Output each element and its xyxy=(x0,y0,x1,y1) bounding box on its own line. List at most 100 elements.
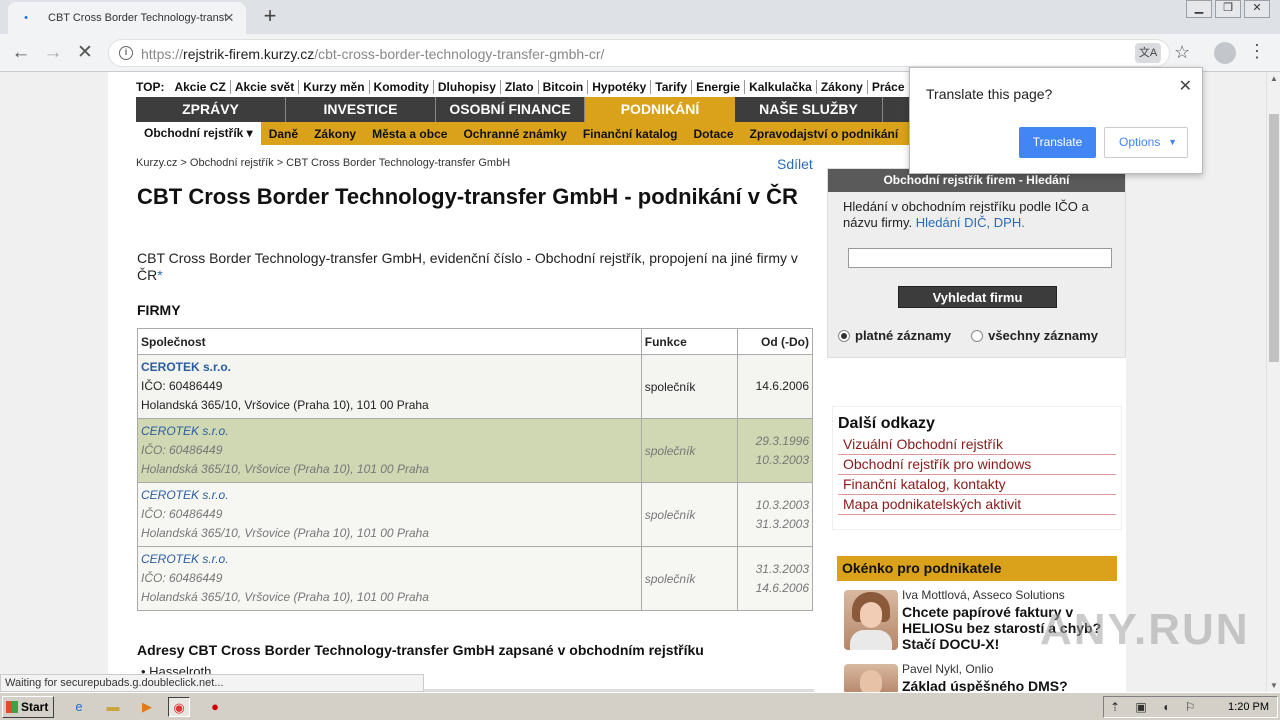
company-link[interactable]: CEROTEK s.r.o. xyxy=(141,358,638,377)
top-link[interactable]: Energie xyxy=(691,80,745,94)
table-row: CEROTEK s.r.o. IČO: 60486449 Holandská 3… xyxy=(137,418,814,483)
entrepreneur-window-heading: Okénko pro podnikatele xyxy=(837,556,1117,581)
nav-osobni-finance[interactable]: OSOBNÍ FINANCE xyxy=(436,97,585,122)
company-link[interactable]: CEROTEK s.r.o. xyxy=(141,550,638,569)
top-link[interactable]: Bitcoin xyxy=(537,80,588,94)
bookmark-star-icon[interactable]: ☆ xyxy=(1174,42,1190,63)
page-scrollbar[interactable]: ▲ ▼ xyxy=(1266,72,1280,692)
back-icon[interactable]: ← xyxy=(8,40,34,66)
top-link[interactable]: Zákony xyxy=(815,80,867,94)
browser-tab[interactable]: • CBT Cross Border Technology-transfer G… xyxy=(8,2,246,34)
chrome-icon[interactable]: ◉ xyxy=(168,697,190,717)
minimize-button[interactable]: ▁ xyxy=(1186,0,1212,18)
status-bubble: Waiting for securepubads.g.doubleclick.n… xyxy=(0,674,424,692)
subnav-zpravodajstvi[interactable]: Zpravodajství o podnikání xyxy=(742,127,907,141)
stop-loading-icon[interactable]: ✕ xyxy=(72,40,98,66)
tab-strip: • CBT Cross Border Technology-transfer G… xyxy=(0,0,1280,34)
subnav-mesta-a-obce[interactable]: Města a obce xyxy=(364,127,455,141)
top-link[interactable]: Hypotéky xyxy=(587,80,651,94)
company-link[interactable]: CEROTEK s.r.o. xyxy=(141,422,638,441)
scroll-up-icon[interactable]: ▲ xyxy=(1270,74,1278,83)
nav-investice[interactable]: INVESTICE xyxy=(286,97,436,122)
subnav-ochranne-znamky[interactable]: Ochranné známky xyxy=(455,127,574,141)
role-cell: společník xyxy=(640,418,738,483)
company-address: Holandská 365/10, Vršovice (Praha 10), 1… xyxy=(141,398,429,412)
top-link[interactable]: Zlato xyxy=(499,80,538,94)
table-row: CEROTEK s.r.o. IČO: 60486449 Holandská 3… xyxy=(137,546,814,611)
more-link[interactable]: Finanční katalog, kontakty xyxy=(838,475,1116,495)
role-cell: společník xyxy=(640,482,738,547)
translate-button[interactable]: Translate xyxy=(1019,127,1096,158)
chevron-down-icon: ▼ xyxy=(1168,137,1177,147)
nav-nase-sluzby[interactable]: NAŠE SLUŽBY xyxy=(735,97,883,122)
nav-zpravy[interactable]: ZPRÁVY xyxy=(136,97,286,122)
share-link[interactable]: Sdílet xyxy=(777,156,813,172)
subnav-obchodni-rejstrik[interactable]: Obchodní rejstřík ▾ xyxy=(136,122,261,145)
article-headline[interactable]: Základ úspěšného DMS? xyxy=(902,678,1122,692)
breadcrumb[interactable]: Kurzy.cz > Obchodní rejstřík > CBT Cross… xyxy=(136,157,510,169)
company-cell: CEROTEK s.r.o. IČO: 60486449 Holandská 3… xyxy=(137,482,642,547)
more-link[interactable]: Obchodní rejstřík pro windows xyxy=(838,455,1116,475)
subnav-financni-katalog[interactable]: Finanční katalog xyxy=(575,127,686,141)
close-icon[interactable]: ✕ xyxy=(1179,76,1192,96)
start-button[interactable]: Start xyxy=(2,696,54,718)
table-row: CEROTEK s.r.o. IČO: 60486449 Holandská 3… xyxy=(137,482,814,547)
subnav-dotace[interactable]: Dotace xyxy=(686,127,742,141)
translate-popup: Translate this page? ✕ Translate Options… xyxy=(909,67,1203,174)
address-bar[interactable]: i https://rejstrik-firem.kurzy.cz/cbt-cr… xyxy=(108,39,1170,67)
site-info-icon[interactable]: i xyxy=(119,46,133,60)
folder-icon[interactable]: ▬ xyxy=(102,697,124,717)
more-link[interactable]: Vizuální Obchodní rejstřík xyxy=(838,435,1116,455)
subnav-zakony[interactable]: Zákony xyxy=(306,127,364,141)
more-link[interactable]: Mapa podnikatelských aktivit xyxy=(838,495,1116,515)
radio-all-records[interactable] xyxy=(971,329,984,342)
more-links-heading: Další odkazy xyxy=(838,415,935,432)
top-link[interactable]: Akcie CZ xyxy=(170,80,229,94)
col-header-spolecnost: Společnost xyxy=(137,328,642,355)
col-header-funkce: Funkce xyxy=(640,328,738,355)
company-link[interactable]: CEROTEK s.r.o. xyxy=(141,486,638,505)
company-search-input[interactable] xyxy=(848,248,1112,268)
search-button[interactable]: Vyhledat firmu xyxy=(898,286,1057,308)
company-ico: IČO: 60486449 xyxy=(141,507,223,521)
top-link[interactable]: Kalkulačka xyxy=(744,80,816,94)
new-tab-button[interactable]: + xyxy=(258,4,282,28)
top-link[interactable]: Komodity xyxy=(368,80,433,94)
radio-valid-records[interactable] xyxy=(838,329,850,342)
dic-search-link[interactable]: Hledání DIČ, DPH. xyxy=(916,215,1025,230)
translate-icon[interactable]: 文A xyxy=(1135,43,1161,63)
subnav-dane[interactable]: Daně xyxy=(261,127,306,141)
forward-icon[interactable]: → xyxy=(40,40,66,66)
company-address: Holandská 365/10, Vršovice (Praha 10), 1… xyxy=(141,462,429,476)
scroll-down-icon[interactable]: ▼ xyxy=(1270,681,1278,690)
watermark-logo: ANY.RUN xyxy=(1040,605,1250,654)
role-cell: společník xyxy=(640,354,738,419)
stop-app-icon[interactable]: ● xyxy=(204,697,226,717)
tray-icons[interactable]: ⇡ ▣ ◖ ⚐ xyxy=(1110,700,1201,714)
scroll-thumb[interactable] xyxy=(1269,114,1279,362)
author-photo xyxy=(844,664,898,692)
footnote-star[interactable]: * xyxy=(157,267,162,283)
top-link[interactable]: Kurzy měn xyxy=(298,80,369,94)
page-intro: CBT Cross Border Technology-transfer Gmb… xyxy=(137,250,798,283)
loading-icon: • xyxy=(24,12,28,24)
close-tab-icon[interactable]: × xyxy=(220,9,238,27)
top-link[interactable]: Práce xyxy=(866,80,909,94)
registry-search-box: Obchodní rejstřík firem - Hledání Hledán… xyxy=(827,168,1126,358)
nav-podnikani[interactable]: PODNIKÁNÍ xyxy=(585,97,735,122)
restore-button[interactable]: ❐ xyxy=(1215,0,1241,18)
ie-icon[interactable]: e xyxy=(68,697,90,717)
media-player-icon[interactable]: ▶ xyxy=(136,697,158,717)
top-link[interactable]: Dluhopisy xyxy=(432,80,500,94)
profile-avatar[interactable] xyxy=(1214,42,1236,64)
url-text: https://rejstrik-firem.kurzy.cz/cbt-cros… xyxy=(141,46,605,62)
date-cell: 29.3.1996 10.3.2003 xyxy=(736,418,814,483)
menu-icon[interactable]: ⋮ xyxy=(1248,41,1266,62)
close-window-button[interactable]: ✕ xyxy=(1244,0,1270,18)
company-address: Holandská 365/10, Vršovice (Praha 10), 1… xyxy=(141,590,429,604)
system-tray: ⇡ ▣ ◖ ⚐ 1:20 PM xyxy=(1103,696,1278,718)
options-button[interactable]: Options ▼ xyxy=(1104,127,1188,158)
top-link[interactable]: Akcie svět xyxy=(229,80,299,94)
top-link[interactable]: Tarify xyxy=(650,80,692,94)
firmy-heading: FIRMY xyxy=(137,302,181,318)
